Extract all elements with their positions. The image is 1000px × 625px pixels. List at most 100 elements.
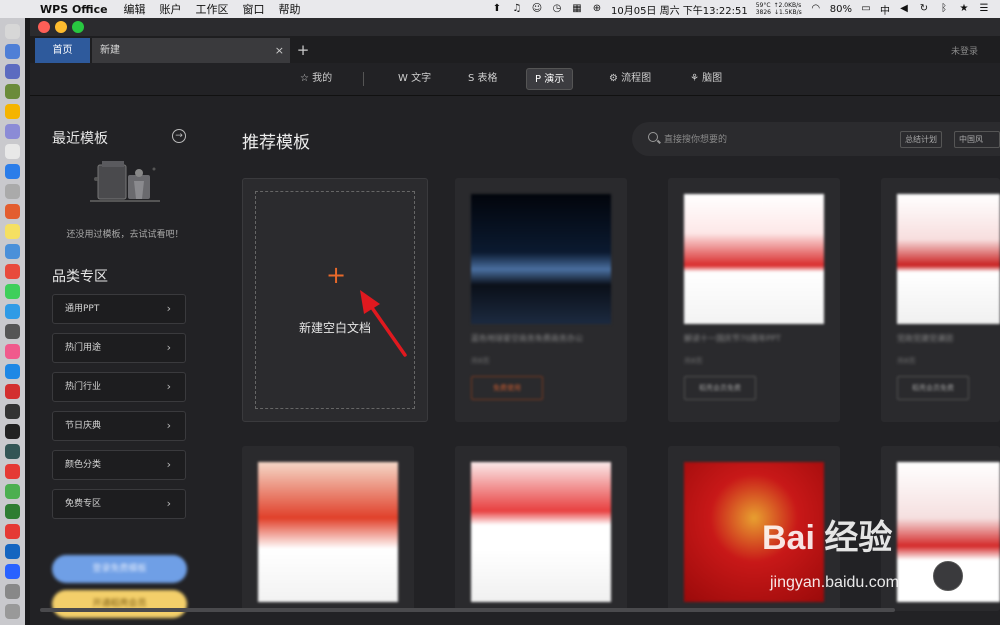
chevron-right-icon: › [166, 341, 171, 354]
recent-arrow-icon[interactable]: → [172, 129, 186, 143]
minimize-window-button[interactable] [55, 21, 67, 33]
yandex-icon[interactable] [5, 464, 20, 479]
template-thumbnail [471, 462, 611, 602]
globe-icon[interactable]: ⊕ [591, 3, 603, 15]
app-icon-6[interactable] [5, 124, 20, 139]
wps-icon[interactable] [5, 564, 20, 579]
status-area: ⬆ ♫ ☺ ◷ ▦ ⊕ 10月05日 周六 下午13:22:51 59°C ↑2.… [491, 2, 1000, 17]
messages-icon[interactable] [5, 284, 20, 299]
app-icon-19[interactable] [5, 384, 20, 399]
search-input[interactable]: 直接搜你想要的 [664, 132, 727, 145]
app-icon-26[interactable] [5, 524, 20, 539]
member-free-button[interactable]: 稻壳会员免费 [897, 376, 969, 400]
baidu-watermark: Bai 经验 jingyan.baidu.com [740, 510, 960, 605]
menu-window[interactable]: 窗口 [243, 1, 265, 17]
datetime[interactable]: 10月05日 周六 下午13:22:51 [611, 2, 748, 17]
siri-icon[interactable] [5, 44, 20, 59]
stats-readout[interactable]: 59°C ↑2.0KB/s 3826 ↓1.5KB/s [756, 2, 802, 16]
battery-icon[interactable]: ▭ [860, 3, 872, 15]
app-icon-21[interactable] [5, 424, 20, 439]
battery-percent[interactable]: 80% [830, 4, 852, 15]
clock-icon[interactable]: ◷ [551, 3, 563, 15]
template-search-bar[interactable]: 直接搜你想要的 总结计划 中国风 [632, 122, 1000, 156]
close-tab-icon[interactable]: × [275, 38, 284, 63]
nav-mine[interactable]: ☆ 我的 [292, 68, 340, 90]
menu-account[interactable]: 账户 [160, 1, 182, 17]
template-card[interactable]: 解读十一国庆节70周年PPT 共8页 稻壳会员免费 [668, 178, 840, 422]
bluetooth-icon[interactable]: ᛒ [938, 3, 950, 15]
input-method[interactable]: 中 [880, 2, 890, 17]
net-down-readout: ↓1.5KB/s [773, 9, 802, 16]
finder-icon[interactable] [5, 24, 20, 39]
category-popular-industry[interactable]: 热门行业 › [52, 372, 186, 402]
sync-icon[interactable]: ↻ [918, 3, 930, 15]
grid-icon[interactable]: ▦ [571, 3, 583, 15]
wechat-icon[interactable] [5, 504, 20, 519]
notes-icon[interactable] [5, 224, 20, 239]
safari-icon[interactable] [5, 164, 20, 179]
vpn-icon[interactable] [5, 444, 20, 459]
nav-spreadsheet[interactable]: S 表格 [460, 68, 506, 90]
app-icon-24[interactable] [5, 484, 20, 499]
template-card[interactable]: 蓝色地球星空商务免费商务办公 共8页 免费使用 [455, 178, 627, 422]
category-general-ppt[interactable]: 通用PPT › [52, 294, 186, 324]
trash-icon[interactable] [5, 604, 20, 619]
nav-mindmap[interactable]: ⚘ 脑图 [682, 68, 730, 90]
category-free[interactable]: 免费专区 › [52, 489, 186, 519]
wifi-icon[interactable]: ◠ [810, 3, 822, 15]
category-label: 通用PPT [65, 304, 100, 314]
upload-icon[interactable]: ⬆ [491, 3, 503, 15]
search-tag[interactable]: 总结计划 [900, 131, 942, 148]
template-thumbnail [471, 194, 611, 324]
preview-icon[interactable] [5, 184, 20, 199]
app-icon-16[interactable] [5, 324, 20, 339]
add-tab-button[interactable]: + [294, 38, 312, 63]
terminal-icon[interactable] [5, 404, 20, 419]
horizontal-scrollbar[interactable] [40, 608, 895, 612]
photos-icon[interactable] [5, 264, 20, 279]
category-color[interactable]: 颜色分类 › [52, 450, 186, 480]
app-name-menu[interactable]: WPS Office [40, 3, 108, 16]
search-icon [648, 132, 658, 142]
launchpad-icon[interactable] [5, 64, 20, 79]
tab-new[interactable]: 新建 × [92, 38, 290, 63]
close-window-button[interactable] [38, 21, 50, 33]
category-popular-use[interactable]: 热门用途 › [52, 333, 186, 363]
mac-menubar: WPS Office 编辑 账户 工作区 窗口 帮助 ⬆ ♫ ☺ ◷ ▦ ⊕ 1… [0, 0, 1000, 18]
nav-writer[interactable]: W 文字 [390, 68, 439, 90]
app-icon-15[interactable] [5, 304, 20, 319]
member-free-button[interactable]: 稻壳会员免费 [684, 376, 756, 400]
template-card[interactable]: 党政党建党课团 共8页 稻壳会员免费 [881, 178, 1000, 422]
category-label: 热门行业 [65, 382, 102, 392]
open-membership-button[interactable]: 开通稻壳会员 [52, 590, 187, 618]
menu-help[interactable]: 帮助 [279, 1, 301, 17]
login-status[interactable]: 未登录 [951, 44, 978, 57]
app-icon-12[interactable] [5, 244, 20, 259]
music-icon[interactable]: ♫ [511, 3, 523, 15]
calendar-icon[interactable] [5, 204, 20, 219]
star-status-icon[interactable]: ★ [958, 3, 970, 15]
template-card[interactable] [455, 446, 627, 611]
zoom-window-button[interactable] [72, 21, 84, 33]
app-icon-7[interactable] [5, 144, 20, 159]
search-tag[interactable]: 中国风 [954, 131, 1000, 148]
word-icon[interactable] [5, 544, 20, 559]
qq-icon[interactable]: ☺ [531, 3, 543, 15]
folder-icon[interactable] [5, 584, 20, 599]
appstore-icon[interactable] [5, 364, 20, 379]
menu-list-icon[interactable]: ☰ [978, 3, 990, 15]
menu-workspace[interactable]: 工作区 [196, 1, 229, 17]
use-template-button[interactable]: 免费使用 [471, 376, 543, 400]
category-festival[interactable]: 节日庆典 › [52, 411, 186, 441]
login-free-templates-button[interactable]: 登录免费模板 [52, 555, 187, 583]
tab-home[interactable]: 首页 [35, 38, 90, 63]
music-app-icon[interactable] [5, 344, 20, 359]
nav-presentation[interactable]: P 演示 [526, 68, 574, 90]
template-card[interactable] [242, 446, 414, 611]
android-icon[interactable] [5, 84, 20, 99]
menu-edit[interactable]: 编辑 [124, 1, 146, 17]
chrome-icon[interactable] [5, 104, 20, 119]
apple-menu-icon[interactable] [14, 2, 28, 16]
volume-icon[interactable]: ◀ [898, 3, 910, 15]
nav-flowchart[interactable]: ⚙ 流程图 [601, 68, 659, 90]
